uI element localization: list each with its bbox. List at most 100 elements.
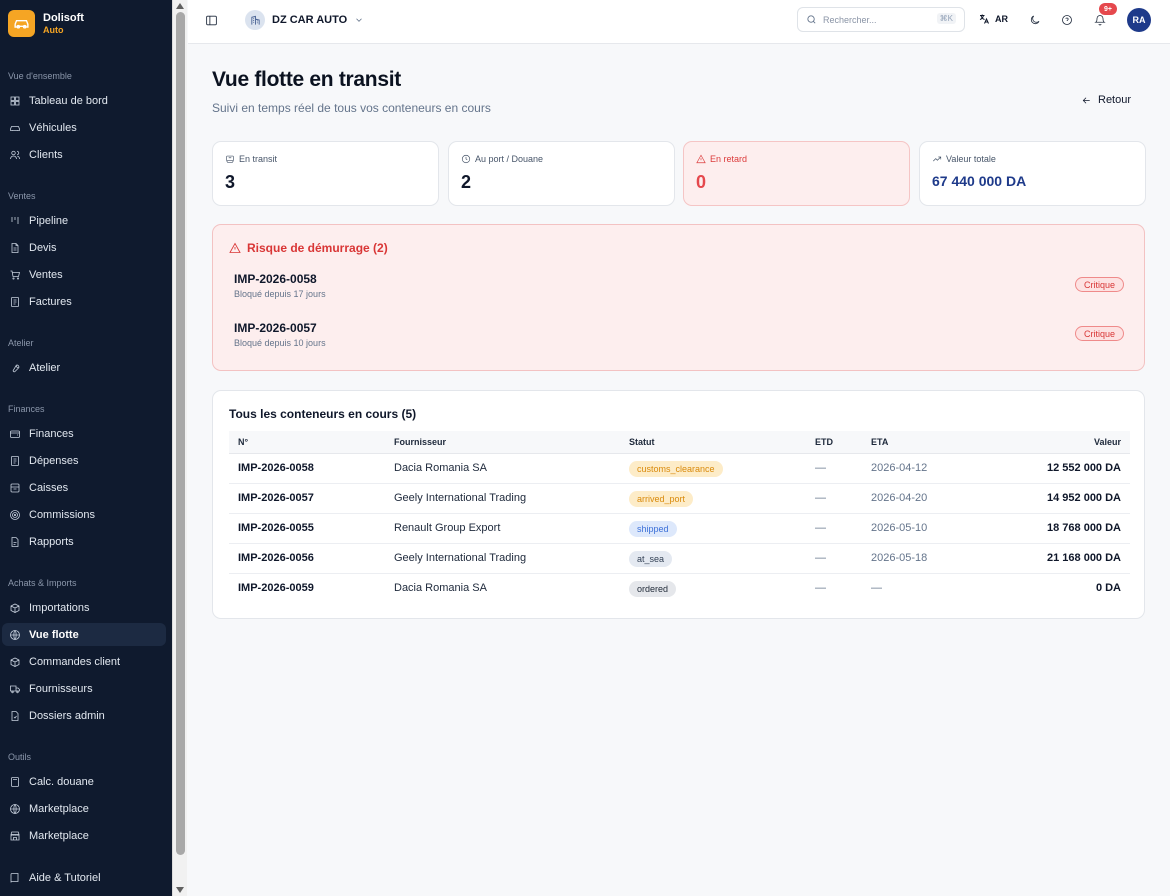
col-header-eta: ETA (871, 437, 889, 447)
ship-icon (226, 155, 234, 163)
table-row[interactable]: IMP-2026-0057 Geely International Trading… (229, 484, 1130, 514)
company-name: DZ CAR AUTO (272, 14, 348, 26)
cell-value: 14 952 000 DA (1047, 492, 1121, 504)
sidebar-item-help-tutorial[interactable]: Aide & Tutoriel (2, 866, 166, 889)
cell-supplier: Dacia Romania SA (394, 462, 487, 474)
help-icon[interactable] (1060, 13, 1074, 27)
table-header: N° Fournisseur Statut ETD ETA Valeur (229, 431, 1130, 454)
sidebar-item-ventes[interactable]: Ventes (2, 263, 166, 286)
status-badge: customs_clearance (629, 461, 723, 477)
dark-mode-moon-icon[interactable] (1028, 13, 1042, 27)
chevron-down-icon (356, 18, 362, 22)
sidebar-item-clients[interactable]: Clients (2, 143, 166, 166)
stat-label: En transit (239, 154, 278, 164)
cell-etd: — (815, 492, 826, 504)
book-icon (8, 871, 21, 884)
language-switch[interactable]: AR (978, 13, 1008, 25)
sidebar-item-marketplace[interactable]: Marketplace (2, 797, 166, 820)
sidebar-item-depenses[interactable]: Dépenses (2, 449, 166, 472)
sidebar-section-label: Atelier (8, 338, 34, 348)
cell-eta: 2026-04-12 (871, 462, 928, 474)
users-icon (8, 148, 21, 161)
sidebar-item-calc-douane[interactable]: Calc. douane (2, 770, 166, 793)
table-row[interactable]: IMP-2026-0056 Geely International Trading… (229, 544, 1130, 574)
risk-item[interactable]: IMP-2026-0057 Bloqué depuis 10 jours Cri… (234, 321, 1124, 353)
stat-card-port-customs: Au port / Douane 2 (448, 141, 675, 206)
cell-value: 0 DA (1095, 582, 1121, 594)
main-content: Vue flotte en transit Suivi en temps rée… (188, 44, 1170, 896)
sidebar-item-factures[interactable]: Factures (2, 290, 166, 313)
status-badge: arrived_port (629, 491, 694, 507)
sidebar-section-label: Finances (8, 404, 45, 414)
cell-etd: — (815, 552, 826, 564)
table-row[interactable]: IMP-2026-0058 Dacia Romania SA — 2026-04-12… (229, 454, 1130, 484)
cell-num: IMP-2026-0055 (238, 522, 314, 534)
sidebar-item-finances[interactable]: Finances (2, 422, 166, 445)
sidebar-item-devis[interactable]: Devis (2, 236, 166, 259)
search-input[interactable]: Rechercher... ⌘K (797, 7, 965, 32)
sidebar-item-vue-flotte[interactable]: Vue flotte (2, 623, 166, 646)
sidebar-item-label: Véhicules (29, 121, 77, 134)
clock-icon (461, 154, 471, 164)
sidebar-item-fournisseurs[interactable]: Fournisseurs (2, 677, 166, 700)
cell-supplier: Geely International Trading (394, 552, 527, 564)
sidebar-item-commandes-client[interactable]: Commandes client (2, 650, 166, 673)
brand-sub: Auto (43, 24, 64, 35)
notification-badge: 9+ (1099, 3, 1117, 15)
stat-card-total-value: Valeur totale 67 440 000 DA (919, 141, 1146, 206)
globe-icon (8, 628, 21, 641)
package-icon (8, 601, 21, 614)
cell-eta: — (871, 582, 882, 594)
status-badge: ordered (629, 581, 677, 597)
status-badge: shipped (629, 521, 677, 537)
col-header-num: N° (238, 437, 249, 447)
file-icon (8, 241, 21, 254)
bell-icon[interactable] (1093, 13, 1107, 27)
col-header-status: Statut (629, 437, 655, 447)
back-button[interactable]: Retour (1081, 94, 1131, 106)
building-icon (245, 10, 265, 30)
sidebar-item-importations[interactable]: Importations (2, 596, 166, 619)
scroll-thumb[interactable] (176, 12, 185, 855)
sidebar-section-label: Outils (8, 752, 32, 762)
receipt-icon (8, 454, 21, 467)
sidebar-item-label: Pipeline (29, 214, 69, 227)
risk-item-desc: Bloqué depuis 10 jours (234, 338, 326, 348)
sidebar-item-pipeline[interactable]: Pipeline (2, 209, 166, 232)
table-row[interactable]: IMP-2026-0059 Dacia Romania SA — — ordered 0 … (229, 574, 1130, 604)
back-label: Retour (1098, 94, 1132, 106)
sidebar-item-commissions[interactable]: Commissions (2, 503, 166, 526)
sidebar-item-tableau-de-bord[interactable]: Tableau de bord (2, 89, 166, 112)
stat-value: 0 (696, 172, 707, 192)
sidebar-toggle-icon[interactable] (204, 13, 218, 27)
sidebar-item-marketplace[interactable]: Marketplace (2, 824, 166, 847)
arrow-left-icon (1082, 96, 1090, 104)
sidebar-item-label: Importations (29, 601, 90, 614)
sidebar-item-caisses[interactable]: Caisses (2, 476, 166, 499)
brand[interactable]: Dolisoft Auto (8, 10, 84, 37)
sidebar-item-vehicules[interactable]: Véhicules (2, 116, 166, 139)
alert-triangle-icon (229, 242, 241, 253)
cart-icon (8, 268, 21, 281)
table-row[interactable]: IMP-2026-0055 Renault Group Export — 2026-0… (229, 514, 1130, 544)
sidebar-section-label: Achats & Imports (8, 578, 77, 588)
risk-item[interactable]: IMP-2026-0058 Bloqué depuis 17 jours Cri… (234, 272, 1124, 304)
company-selector[interactable]: DZ CAR AUTO (245, 8, 364, 32)
scroll-up-arrow-icon[interactable] (176, 3, 184, 9)
globe-icon (8, 802, 21, 815)
user-avatar[interactable]: RA (1127, 8, 1151, 32)
sidebar-scrollbar[interactable] (172, 0, 187, 896)
critical-badge: Critique (1074, 277, 1124, 292)
scroll-down-arrow-icon[interactable] (176, 887, 184, 893)
sidebar-item-rapports[interactable]: Rapports (2, 530, 166, 553)
receipt-icon (8, 295, 21, 308)
cell-value: 12 552 000 DA (1047, 462, 1121, 474)
page-subtitle: Suivi en temps réel de tous vos conteneu… (212, 101, 491, 115)
cell-value: 21 168 000 DA (1047, 552, 1121, 564)
sidebar-item-dossiers-admin[interactable]: Dossiers admin (2, 704, 166, 727)
table-title: Tous les conteneurs en cours (5) (229, 407, 417, 421)
cell-etd: — (815, 522, 826, 534)
sidebar-item-label: Atelier (29, 361, 61, 374)
cell-num: IMP-2026-0058 (238, 462, 314, 474)
sidebar-item-atelier[interactable]: Atelier (2, 356, 166, 379)
